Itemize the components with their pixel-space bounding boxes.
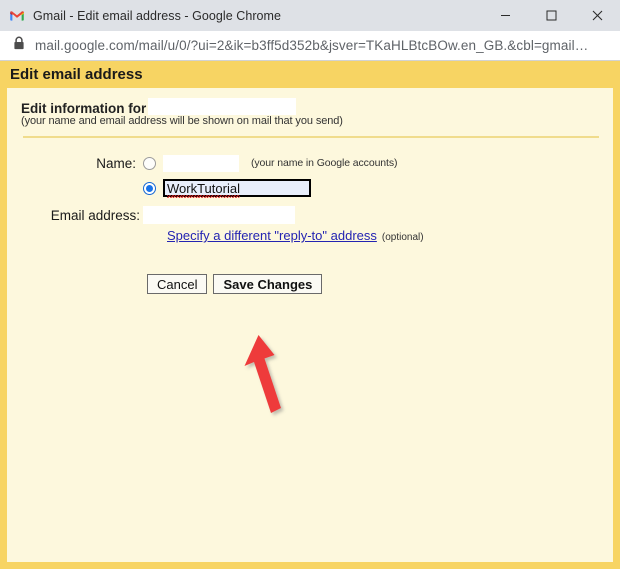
content-panel: Edit information for (your name and emai… bbox=[7, 88, 613, 562]
custom-name-input[interactable]: WorkTutorial bbox=[163, 179, 311, 197]
browser-window: Gmail - Edit email address - Google Chro… bbox=[0, 0, 620, 569]
redacted-google-account-name bbox=[163, 155, 239, 172]
form-actions: Cancel Save Changes bbox=[21, 274, 599, 294]
redacted-account-email bbox=[148, 98, 296, 115]
email-address-label: Email address: bbox=[21, 208, 143, 223]
gmail-logo-icon bbox=[9, 8, 25, 24]
url-text: mail.google.com/mail/u/0/?ui=2&ik=b3ff5d… bbox=[35, 38, 588, 53]
radio-google-account-name[interactable] bbox=[143, 157, 156, 170]
reply-to-optional-label: (optional) bbox=[382, 232, 424, 243]
lock-icon bbox=[13, 36, 25, 55]
section-divider bbox=[23, 136, 599, 138]
maximize-icon[interactable] bbox=[528, 0, 574, 31]
reply-to-link[interactable]: Specify a different "reply-to" address bbox=[167, 228, 377, 243]
radio-custom-name[interactable] bbox=[143, 182, 156, 195]
email-address-row: Email address: bbox=[21, 205, 599, 225]
edit-email-form: Name: (your name in Google accounts) Wor… bbox=[21, 152, 599, 294]
cancel-button[interactable]: Cancel bbox=[147, 274, 207, 294]
window-title: Gmail - Edit email address - Google Chro… bbox=[33, 9, 281, 23]
redacted-email-address bbox=[143, 206, 295, 224]
edit-information-line: Edit information for bbox=[21, 96, 599, 114]
edit-email-address-page: Edit email address Edit information for … bbox=[0, 61, 620, 569]
address-bar[interactable]: mail.google.com/mail/u/0/?ui=2&ik=b3ff5d… bbox=[0, 31, 620, 61]
window-controls bbox=[482, 0, 620, 31]
minimize-icon[interactable] bbox=[482, 0, 528, 31]
edit-information-subtext: (your name and email address will be sho… bbox=[21, 115, 599, 127]
name-row-google-account: Name: (your name in Google accounts) bbox=[21, 152, 599, 174]
reply-to-row: Specify a different "reply-to" address (… bbox=[21, 228, 599, 243]
save-changes-button[interactable]: Save Changes bbox=[213, 274, 322, 294]
custom-name-value: WorkTutorial bbox=[167, 181, 240, 196]
name-label: Name: bbox=[21, 156, 143, 171]
page-header: Edit email address bbox=[0, 61, 620, 88]
page-title: Edit email address bbox=[10, 66, 143, 83]
google-account-name-hint: (your name in Google accounts) bbox=[251, 157, 397, 169]
name-row-custom: WorkTutorial bbox=[21, 177, 599, 199]
edit-information-label: Edit information for bbox=[21, 101, 146, 116]
title-bar: Gmail - Edit email address - Google Chro… bbox=[0, 0, 620, 31]
close-icon[interactable] bbox=[574, 0, 620, 31]
